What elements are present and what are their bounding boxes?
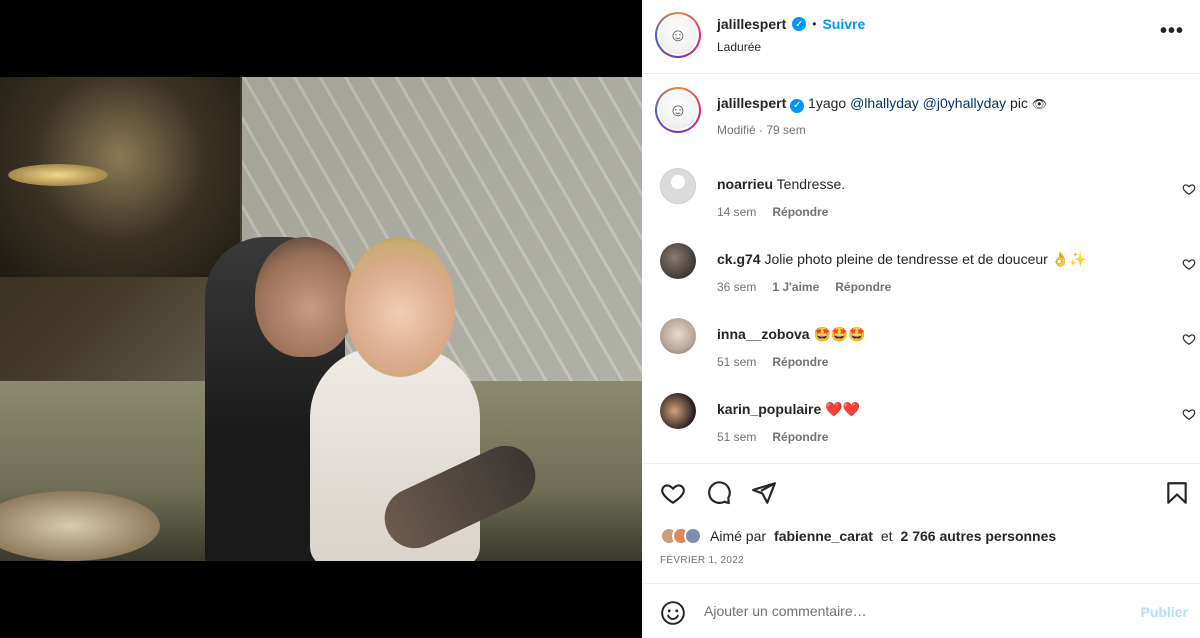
- commenter-avatar[interactable]: [660, 318, 696, 354]
- caption-meta: Modifié · 79 sem: [717, 123, 806, 137]
- comment-text: noarrieu Tendresse.: [717, 176, 845, 192]
- comment-time[interactable]: 51 sem: [717, 430, 756, 444]
- commenter-username[interactable]: noarrieu: [717, 176, 773, 192]
- comment-like-heart-icon[interactable]: [1182, 257, 1196, 271]
- add-comment-input[interactable]: [704, 603, 1104, 619]
- comment-body: Tendresse.: [776, 176, 846, 192]
- likes-count[interactable]: 2 766 autres personnes: [901, 528, 1057, 544]
- publish-button[interactable]: Publier: [1141, 604, 1188, 620]
- reply-button[interactable]: Répondre: [772, 355, 828, 369]
- comment-text: karin_populaire ❤️❤️: [717, 401, 860, 418]
- more-options-icon[interactable]: •••: [1160, 20, 1184, 43]
- caption-body: 1yago: [808, 95, 847, 111]
- comment-time[interactable]: 51 sem: [717, 355, 756, 369]
- emoji-icon[interactable]: [660, 600, 686, 626]
- commenter-username[interactable]: karin_populaire: [717, 401, 821, 417]
- comment-like-heart-icon[interactable]: [1182, 332, 1196, 346]
- comment-body: ❤️❤️: [825, 401, 861, 417]
- location-link[interactable]: Ladurée: [717, 40, 761, 54]
- header-line: jalillespert ✓ • Suivre: [717, 16, 865, 32]
- post-photo[interactable]: [0, 77, 642, 561]
- photo-lamp: [8, 164, 108, 186]
- comment-like-heart-icon[interactable]: [1182, 182, 1196, 196]
- comment-meta: 36 sem 1 J'aime Répondre: [717, 280, 891, 294]
- caption-mention[interactable]: @j0yhallyday: [923, 95, 1006, 111]
- verified-badge-icon: ✓: [790, 98, 805, 113]
- likes-prefix: Aimé par: [710, 528, 767, 544]
- comment-body: 🤩🤩🤩: [813, 326, 866, 342]
- comment-item: inna__zobova 🤩🤩🤩 51 sem Répondre: [660, 318, 1196, 378]
- avatar-drawing-icon: ☺: [659, 91, 697, 129]
- separator-dot: •: [812, 17, 817, 31]
- comment-item: ck.g74 Jolie photo pleine de tendresse e…: [660, 243, 1196, 303]
- liker-username[interactable]: fabienne_carat: [774, 528, 873, 544]
- comment-body: Jolie photo pleine de tendresse et de do…: [764, 251, 1087, 267]
- comment-item: karin_populaire ❤️❤️ 51 sem Répondre: [660, 393, 1196, 453]
- commenter-username[interactable]: ck.g74: [717, 251, 761, 267]
- caption-username[interactable]: jalillespert: [717, 95, 786, 111]
- comment-item: noarrieu Tendresse. 14 sem Répondre: [660, 168, 1196, 228]
- caption-suffix: pic: [1010, 95, 1028, 111]
- add-comment-bar: Publier: [642, 583, 1200, 638]
- verified-badge-icon: ✓: [792, 17, 807, 31]
- comment-like-heart-icon[interactable]: [1182, 407, 1196, 421]
- caption-avatar[interactable]: ☺: [655, 87, 701, 133]
- author-avatar[interactable]: ☺: [655, 12, 701, 58]
- post-side-panel: ☺ jalillespert ✓ • Suivre Ladurée ••• ☺ …: [642, 0, 1200, 638]
- commenter-avatar[interactable]: [660, 393, 696, 429]
- commenter-username[interactable]: inna__zobova: [717, 326, 810, 342]
- instagram-post-view: ☺ jalillespert ✓ • Suivre Ladurée ••• ☺ …: [0, 0, 1200, 638]
- comment-likes-count[interactable]: 1 J'aime: [772, 280, 819, 294]
- post-date[interactable]: FÉVRIER 1, 2022: [660, 555, 744, 566]
- comment-meta: 14 sem Répondre: [717, 205, 828, 219]
- bookmark-icon[interactable]: [1164, 480, 1190, 506]
- post-media: [0, 0, 642, 638]
- comment-text: ck.g74 Jolie photo pleine de tendresse e…: [717, 251, 1087, 268]
- comment-time[interactable]: 36 sem: [717, 280, 756, 294]
- likes-summary: Aimé par fabienne_carat et 2 766 autres …: [660, 527, 1056, 545]
- caption-mention[interactable]: @lhallyday: [850, 95, 919, 111]
- caption-text: jalillespert ✓ 1yago @lhallyday @j0yhall…: [717, 95, 1047, 113]
- likes-conj: et: [880, 528, 893, 544]
- comment-text: inna__zobova 🤩🤩🤩: [717, 326, 866, 343]
- heart-icon[interactable]: [660, 480, 686, 506]
- comment-meta: 51 sem Répondre: [717, 430, 828, 444]
- liker-avatars: [660, 527, 702, 545]
- avatar-drawing-icon: ☺: [659, 16, 697, 54]
- comment-icon[interactable]: [706, 480, 732, 506]
- reply-button[interactable]: Répondre: [772, 205, 828, 219]
- comment-meta: 51 sem Répondre: [717, 355, 828, 369]
- post-actions: [642, 463, 1200, 523]
- eye-icon: 👁: [1031, 97, 1048, 111]
- post-header: ☺ jalillespert ✓ • Suivre Ladurée •••: [642, 0, 1200, 74]
- comment-time[interactable]: 14 sem: [717, 205, 756, 219]
- commenter-avatar[interactable]: [660, 243, 696, 279]
- comments-section: ☺ jalillespert ✓ 1yago @lhallyday @j0yha…: [642, 75, 1200, 463]
- share-icon[interactable]: [751, 480, 777, 506]
- follow-button[interactable]: Suivre: [822, 16, 865, 32]
- commenter-avatar[interactable]: [660, 168, 696, 204]
- reply-button[interactable]: Répondre: [835, 280, 891, 294]
- photo-man-head: [255, 237, 355, 357]
- author-username[interactable]: jalillespert: [717, 16, 786, 32]
- photo-woman-head: [345, 237, 455, 377]
- reply-button[interactable]: Répondre: [772, 430, 828, 444]
